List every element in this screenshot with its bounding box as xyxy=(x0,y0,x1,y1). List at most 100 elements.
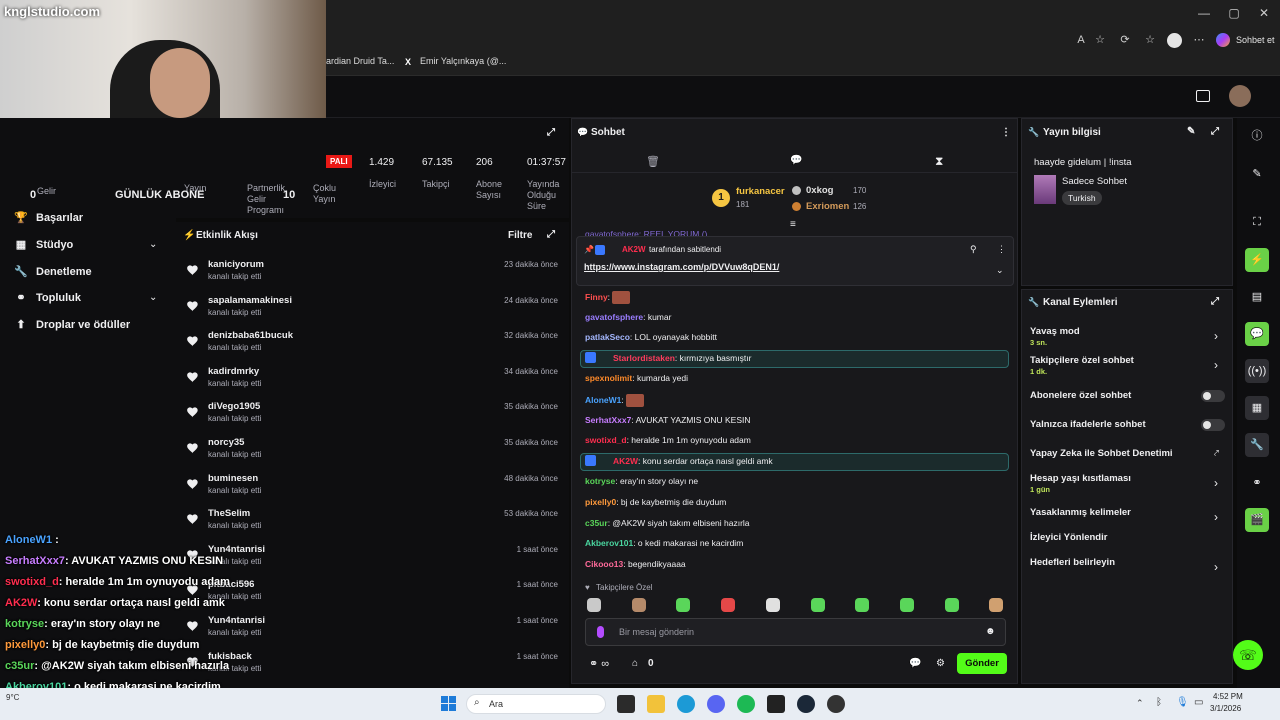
channel-action-label[interactable]: Abonelere özel sohbet xyxy=(1030,390,1131,401)
minimize-button[interactable]: — xyxy=(1192,6,1216,22)
favorite-star-icon[interactable]: ☆ xyxy=(1093,33,1107,47)
chat-bubbles-icon[interactable]: 💬 xyxy=(909,658,921,669)
wrench-rail-icon[interactable]: 🔧 xyxy=(1245,433,1269,457)
profile-icon[interactable] xyxy=(1167,33,1182,48)
gift-icon[interactable]: ⌂ xyxy=(632,658,638,669)
nav-item-4[interactable]: ⬆ Droplar ve ödüller xyxy=(14,318,130,332)
emote-icon[interactable] xyxy=(721,598,736,612)
chat-username[interactable]: Starlordistaken xyxy=(613,353,675,363)
toggle-switch[interactable] xyxy=(1201,419,1225,431)
settings-gear-icon[interactable]: ⚙ xyxy=(936,658,945,669)
edit-icon[interactable]: ✎ xyxy=(1245,162,1269,186)
activity-username[interactable]: denizbaba61bucuk xyxy=(208,330,293,341)
info-icon[interactable]: ⓘ xyxy=(1245,124,1269,148)
channel-points-icon[interactable]: ⚭ ∞ xyxy=(589,657,609,670)
chat-username[interactable]: AloneW1 xyxy=(585,395,621,405)
chevron-down-icon[interactable]: ⌄ xyxy=(149,292,157,303)
chevron-right-icon[interactable]: › xyxy=(1214,358,1218,372)
emote-icon[interactable] xyxy=(631,598,646,612)
chat-username[interactable]: Akberov101 xyxy=(585,538,633,548)
activity-username[interactable]: Yun4ntanrisi xyxy=(208,544,265,555)
obs-icon[interactable] xyxy=(827,695,845,713)
nav-item-1[interactable]: ▦ Stüdyo xyxy=(14,238,73,252)
emote-icon[interactable] xyxy=(899,598,914,612)
chevron-right-icon[interactable]: › xyxy=(1214,476,1218,490)
chat-username[interactable]: pixelly0 xyxy=(585,497,616,507)
external-link-icon[interactable]: ⤤ xyxy=(1214,448,1219,459)
activity-username[interactable]: Yun4ntanrisi xyxy=(208,615,265,626)
chat-username[interactable]: kotryse xyxy=(585,476,615,486)
bookmark-item[interactable]: ardian Druid Ta... xyxy=(326,56,394,66)
fullscreen-icon[interactable]: ⛶ xyxy=(1245,210,1269,234)
category-name[interactable]: Sadece Sohbet xyxy=(1062,176,1127,187)
activity-username[interactable]: kaniciyorum xyxy=(208,259,264,270)
chat-username[interactable]: spexnolimit xyxy=(585,373,632,383)
emote-icon[interactable] xyxy=(587,598,601,612)
leader-name[interactable]: furkanacer xyxy=(736,186,785,197)
popout-icon[interactable]: ⤢ xyxy=(1211,296,1219,307)
edge-icon[interactable] xyxy=(677,695,695,713)
toggle-switch[interactable] xyxy=(1201,390,1225,402)
chat-rail-icon[interactable]: 💬 xyxy=(1245,322,1269,346)
emote-icon[interactable] xyxy=(855,598,870,612)
maximize-button[interactable]: ▢ xyxy=(1222,6,1246,22)
bookmark-item[interactable]: Emir Yalçınkaya (@... xyxy=(420,56,506,66)
extensions-icon[interactable]: ⟳ xyxy=(1118,33,1132,47)
clip-icon[interactable]: 🎬 xyxy=(1245,508,1269,532)
chevron-right-icon[interactable]: › xyxy=(1214,510,1218,524)
chevron-right-icon[interactable]: › xyxy=(1214,329,1218,343)
activity-username[interactable]: kadirdmrky xyxy=(208,366,259,377)
activity-username[interactable]: buminesen xyxy=(208,473,258,484)
activity-username[interactable]: TheSelim xyxy=(208,508,250,519)
pin-action-icon[interactable]: ⚲ xyxy=(970,244,977,255)
popout-icon[interactable]: ⤢ xyxy=(547,127,555,138)
discord-icon[interactable] xyxy=(707,695,725,713)
activity-username[interactable]: sapalamamakinesi xyxy=(208,295,292,306)
leader-name[interactable]: Exriomen xyxy=(806,201,849,212)
broadcast-icon[interactable]: ((•)) xyxy=(1245,359,1269,383)
category-thumbnail[interactable] xyxy=(1034,175,1056,204)
chevron-right-icon[interactable]: › xyxy=(1214,560,1218,574)
chat-username[interactable]: swotixd_d xyxy=(585,435,627,445)
channel-action-label[interactable]: Yalnızca ifadelerle sohbet xyxy=(1030,419,1146,430)
pinned-author[interactable]: AK2W xyxy=(622,245,646,254)
chat-username[interactable]: Cikooo13 xyxy=(585,559,623,569)
close-button[interactable]: ✕ xyxy=(1252,6,1276,22)
nav-item-3[interactable]: ⚭ Topluluk xyxy=(14,291,81,305)
hourglass-icon[interactable]: ⧗ xyxy=(935,154,943,169)
chat-username[interactable]: patlakSeco xyxy=(585,332,630,342)
filter-button[interactable]: Filtre xyxy=(508,230,532,241)
creator-tools-icon[interactable] xyxy=(1196,90,1210,102)
chevron-down-icon[interactable]: ⌄ xyxy=(996,265,1004,276)
popout-icon[interactable]: ⤢ xyxy=(1211,126,1219,137)
avatar[interactable] xyxy=(1229,85,1251,107)
network-icon[interactable]: ▭ xyxy=(1194,697,1203,708)
community-rail-icon[interactable]: ⚭ xyxy=(1245,471,1269,495)
channel-action-label[interactable]: Yasaklanmış kelimeler xyxy=(1030,507,1131,518)
emote-icon[interactable] xyxy=(676,598,691,612)
tag-pill[interactable]: Turkish xyxy=(1062,191,1102,205)
channel-action-label[interactable]: Takipçilere özel sohbet xyxy=(1030,355,1134,366)
chat-mode-icon[interactable]: 💬 xyxy=(790,155,802,166)
start-windows-icon[interactable] xyxy=(441,696,456,711)
bluetooth-icon[interactable]: ᛒ xyxy=(1156,697,1162,708)
chat-menu-icon[interactable]: ⋮ xyxy=(1001,127,1011,138)
channel-action-label[interactable]: Yapay Zeka ile Sohbet Denetimi xyxy=(1030,448,1173,459)
emoji-icon[interactable]: ☻ xyxy=(985,626,996,637)
help-chat-button[interactable]: ☏ xyxy=(1233,640,1263,670)
channel-action-label[interactable]: Yavaş mod xyxy=(1030,326,1080,337)
trash-icon[interactable]: 🗑 xyxy=(646,155,660,168)
emote-icon[interactable] xyxy=(989,598,1004,612)
chat-username[interactable]: AK2W xyxy=(613,456,638,466)
edit-pencil-icon[interactable]: ✎ xyxy=(1187,126,1195,137)
nav-item-2[interactable]: 🔧 Denetleme xyxy=(14,265,92,279)
leader-name[interactable]: 0xkog xyxy=(806,185,833,196)
steam-icon[interactable] xyxy=(797,695,815,713)
channel-action-label[interactable]: Hedefleri belirleyin xyxy=(1030,557,1115,568)
chat-with-copilot-button[interactable]: Sohbet et xyxy=(1236,35,1275,45)
activity-username[interactable]: diVego1905 xyxy=(208,401,260,412)
expand-leaderboard-icon[interactable]: ≡ xyxy=(790,219,796,230)
emote-icon[interactable] xyxy=(810,598,825,612)
read-aloud-icon[interactable]: A xyxy=(1074,33,1088,47)
chat-username[interactable]: gavatofsphere xyxy=(585,312,643,322)
